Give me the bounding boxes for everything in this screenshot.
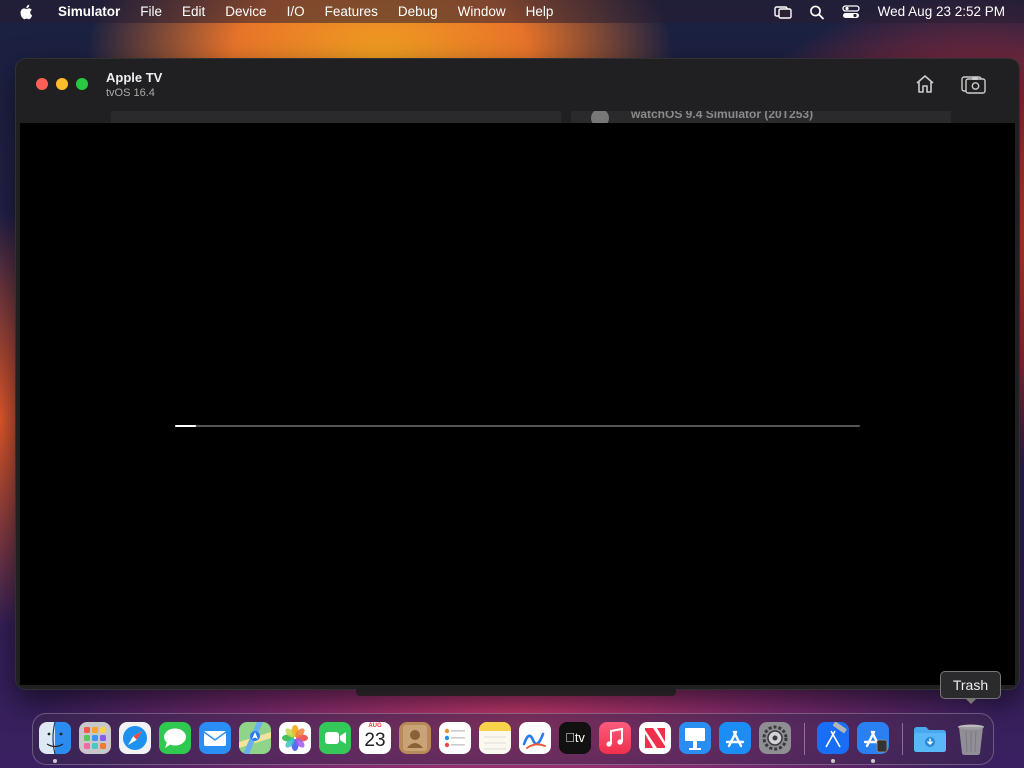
device-screen[interactable]: [20, 123, 1015, 685]
control-center-icon[interactable]: [842, 4, 860, 20]
simulator-icon[interactable]: [857, 722, 889, 754]
xcode-running-indicator: [831, 759, 835, 763]
boot-progress-bar: [175, 425, 860, 427]
xcode-icon[interactable]: [817, 722, 849, 754]
avatar-icon: [591, 111, 609, 123]
calendar-icon[interactable]: AUG 23: [359, 722, 391, 754]
music-icon[interactable]: [599, 722, 631, 754]
close-button[interactable]: [36, 78, 48, 90]
calendar-month-label: AUG: [368, 723, 382, 729]
finder-running-indicator: [53, 759, 57, 763]
downloads-folder-icon[interactable]: [913, 722, 946, 754]
boot-progress-fill: [175, 425, 196, 427]
screenshot-icon[interactable]: [961, 73, 987, 95]
finder-icon[interactable]: [39, 722, 71, 754]
window-resize-handle[interactable]: [356, 686, 676, 696]
zoom-button[interactable]: [76, 78, 88, 90]
contacts-icon[interactable]: [399, 722, 431, 754]
apple-tv-icon[interactable]: tv: [559, 722, 591, 754]
dock: AUG 23 tv: [32, 713, 994, 765]
home-icon[interactable]: [914, 73, 936, 95]
messages-icon[interactable]: [159, 722, 191, 754]
menu-window[interactable]: Window: [448, 0, 516, 23]
spotlight-search-icon[interactable]: [808, 4, 826, 20]
background-window-strip: [111, 111, 561, 123]
minimize-button[interactable]: [56, 78, 68, 90]
dock-separator: [804, 723, 805, 755]
apple-tv-label: tv: [565, 730, 585, 745]
mail-icon[interactable]: [199, 722, 231, 754]
system-settings-icon[interactable]: [759, 722, 791, 754]
trash-tooltip: Trash: [940, 671, 1001, 704]
menu-device[interactable]: Device: [215, 0, 276, 23]
calendar-day-label: 23: [364, 730, 386, 751]
dock-separator: [902, 723, 903, 755]
background-window-title: watchOS 9.4 Simulator (20T253): [631, 111, 814, 121]
menu-app-name[interactable]: Simulator: [50, 0, 130, 23]
window-titlebar[interactable]: Apple TV tvOS 16.4: [16, 59, 1019, 111]
menu-debug[interactable]: Debug: [388, 0, 448, 23]
menubar-status-area: Wed Aug 23 2:52 PM: [766, 0, 1024, 23]
trash-icon[interactable]: [955, 722, 987, 755]
keynote-icon[interactable]: [679, 722, 711, 754]
news-icon[interactable]: [639, 722, 671, 754]
menu-features[interactable]: Features: [315, 0, 388, 23]
menu-file[interactable]: File: [130, 0, 172, 23]
menu-io[interactable]: I/O: [277, 0, 315, 23]
notes-icon[interactable]: [479, 722, 511, 754]
screen-mirroring-icon[interactable]: [773, 4, 792, 20]
window-subtitle: tvOS 16.4: [106, 87, 155, 99]
menubar-clock[interactable]: Wed Aug 23 2:52 PM: [878, 4, 1005, 19]
simulator-window: Apple TV tvOS 16.4 watchOS 9.4 Simulator…: [15, 58, 1020, 690]
apple-menu-icon[interactable]: [18, 3, 36, 21]
facetime-icon[interactable]: [319, 722, 351, 754]
launchpad-icon[interactable]: [79, 722, 111, 754]
photos-icon[interactable]: [279, 722, 311, 754]
maps-icon[interactable]: [239, 722, 271, 754]
simulator-running-indicator: [871, 759, 875, 763]
menu-edit[interactable]: Edit: [172, 0, 215, 23]
background-watch-simulator-strip: watchOS 9.4 Simulator (20T253): [571, 111, 951, 123]
freeform-icon[interactable]: [519, 722, 551, 754]
menu-bar: Simulator File Edit Device I/O Features …: [0, 0, 1024, 23]
app-store-icon[interactable]: [719, 722, 751, 754]
reminders-icon[interactable]: [439, 722, 471, 754]
safari-icon[interactable]: [119, 722, 151, 754]
menu-help[interactable]: Help: [516, 0, 564, 23]
window-title: Apple TV: [106, 70, 163, 85]
